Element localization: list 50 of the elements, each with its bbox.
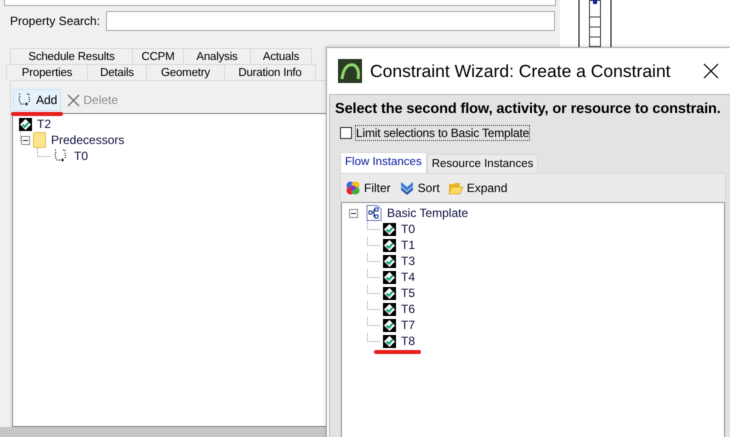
tree-item[interactable]: T0 [401, 222, 416, 236]
check-diamond-icon [383, 270, 396, 284]
tab[interactable]: Schedule Results [10, 48, 133, 64]
ladder-drawing [578, 0, 612, 47]
collapse-toggle[interactable] [349, 208, 358, 218]
tree-item[interactable]: T7 [401, 318, 416, 332]
tab[interactable]: Properties [6, 64, 88, 80]
app-icon [338, 59, 362, 83]
check-diamond-icon [383, 334, 396, 348]
check-diamond-icon [383, 318, 396, 332]
toolbar-button[interactable]: Expand [448, 180, 508, 196]
tree-item[interactable]: T6 [401, 302, 416, 316]
check-diamond-icon [19, 118, 32, 130]
search-field[interactable] [106, 11, 555, 31]
tab[interactable]: Actuals [250, 48, 312, 64]
tree-item[interactable]: T0 [74, 149, 88, 163]
tab[interactable]: Resource Instances [426, 154, 538, 173]
tree-item[interactable]: T5 [401, 286, 416, 300]
check-diamond-icon [383, 302, 396, 316]
dotted-link-icon [53, 148, 69, 164]
folder-icon [33, 132, 46, 148]
tree-item[interactable]: T8 [401, 334, 416, 348]
tree-item[interactable]: Basic Template [387, 206, 468, 220]
field-label: Property Search: [10, 14, 100, 28]
check-diamond-icon [383, 254, 396, 268]
close-icon [67, 94, 80, 106]
tree-item[interactable]: T3 [401, 254, 416, 268]
tab[interactable]: Duration Info [224, 64, 316, 80]
window-title: Constraint Wizard: Create a Constraint [370, 60, 672, 82]
check-diamond-icon [383, 286, 396, 300]
tab[interactable]: Analysis [183, 48, 251, 64]
instruction-heading: Select the second flow, activity, or resource to constrain. [335, 101, 722, 117]
toolbar-button[interactable]: Sort [398, 180, 440, 196]
collapse-toggle[interactable] [21, 136, 30, 144]
tree-item[interactable]: Predecessors [51, 133, 124, 147]
checkbox[interactable] [340, 127, 352, 139]
folder-icon [448, 180, 464, 196]
tree-item[interactable]: T2 [37, 117, 52, 131]
double-chevron-down-icon [398, 180, 415, 196]
tab[interactable]: Geometry [146, 64, 225, 80]
tab[interactable]: Flow Instances [340, 152, 427, 173]
tree-item[interactable]: T4 [401, 270, 416, 284]
check-diamond-icon [383, 238, 396, 252]
check-diamond-icon [383, 222, 396, 236]
checkbox-label[interactable]: Limit selections to Basic Template [355, 125, 530, 141]
hierarchy-document-icon [366, 205, 382, 221]
toolbar-button[interactable]: Filter [345, 180, 391, 196]
color-wheel-icon [345, 180, 361, 196]
dotted-link-icon [17, 92, 33, 108]
tree-item[interactable]: T1 [401, 238, 416, 252]
